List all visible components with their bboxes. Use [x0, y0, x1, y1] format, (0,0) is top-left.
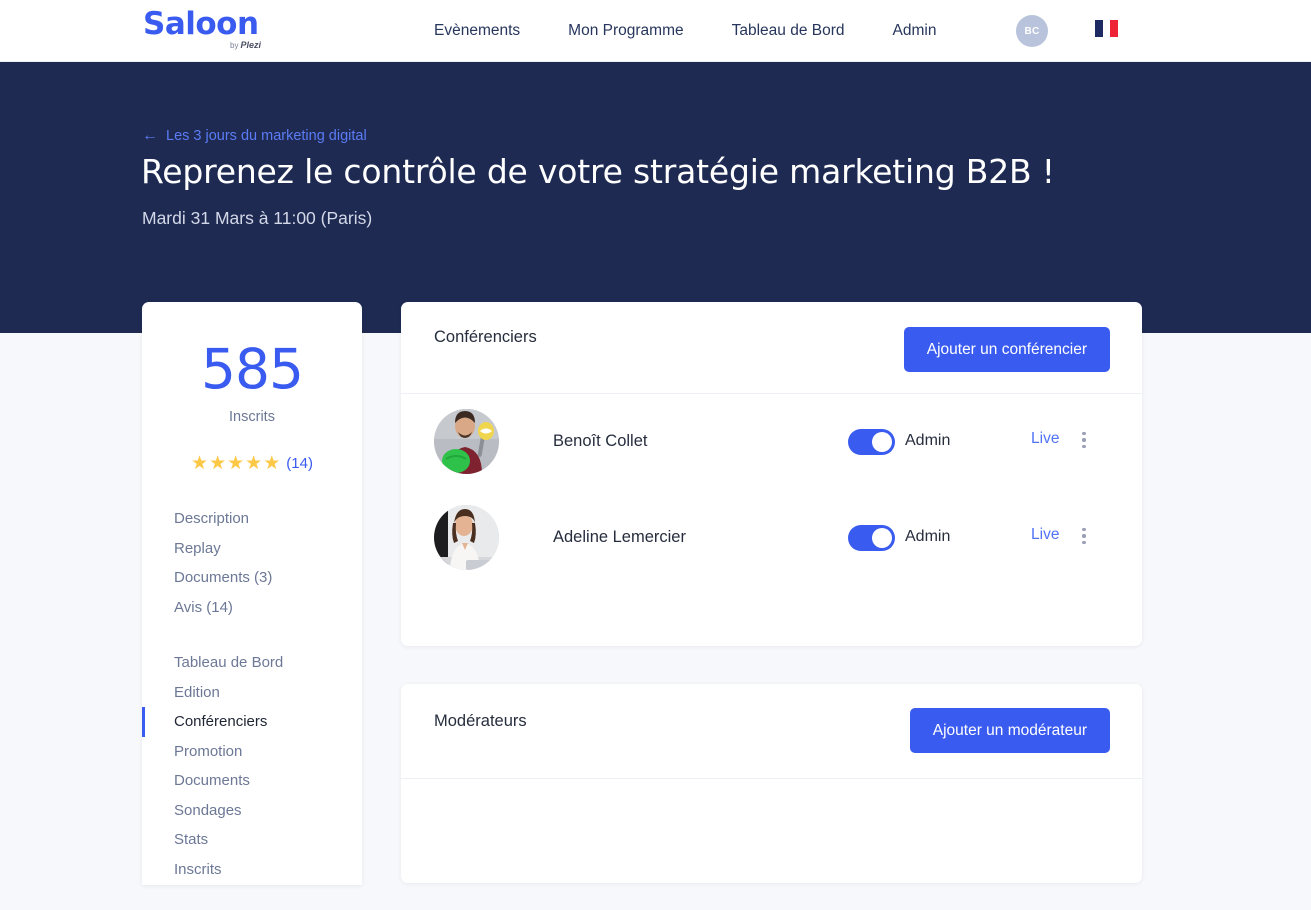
sidebar-item-label: Documents (3)	[174, 569, 273, 587]
nav-item-admin[interactable]: Admin	[869, 22, 961, 40]
speaker-avatar[interactable]	[434, 505, 499, 570]
saloon-logo[interactable]: Saloon by Plezi	[143, 9, 261, 53]
flag-band-red	[1110, 20, 1118, 37]
flag-band-blue	[1095, 20, 1103, 37]
sidebar-menu-group-public: Description Replay Documents (3) Avis (1…	[142, 504, 362, 622]
sidebar-item-label: Tableau de Bord	[174, 654, 284, 672]
event-datetime: Mardi 31 Mars à 11:00 (Paris)	[142, 208, 373, 228]
speaker-row: Adeline Lemercier Admin Live	[401, 490, 1142, 586]
speaker-live-link[interactable]: Live	[1031, 526, 1059, 544]
nav-item-tableau-de-bord[interactable]: Tableau de Bord	[708, 22, 869, 40]
add-speaker-button[interactable]: Ajouter un conférencier	[903, 327, 1110, 372]
page-title: Reprenez le contrôle de votre stratégie …	[141, 152, 1055, 191]
kebab-dot	[1082, 432, 1086, 436]
sidebar-item-label: Inscrits	[174, 860, 222, 878]
speaker-name: Benoît Collet	[553, 432, 648, 450]
arrow-left-icon: ←	[142, 127, 158, 144]
speakers-card: Conférenciers Ajouter un conférencier Be…	[401, 302, 1142, 646]
sidebar-item-label: Replay	[174, 539, 221, 557]
moderators-card-header: Modérateurs Ajouter un modérateur	[401, 684, 1142, 779]
sidebar-item-avis[interactable]: Avis (14)	[142, 593, 362, 623]
sidebar-item-stats[interactable]: Stats	[142, 825, 362, 855]
sidebar-card: 585 Inscrits ★ ★ ★ ★ ★ (14) Description …	[142, 302, 362, 885]
moderators-card: Modérateurs Ajouter un modérateur	[401, 684, 1142, 883]
breadcrumb-label: Les 3 jours du marketing digital	[166, 128, 367, 144]
speaker-admin-toggle[interactable]	[848, 429, 895, 455]
event-hero-banner: ← Les 3 jours du marketing digital Repre…	[0, 62, 1311, 333]
rating-row[interactable]: ★ ★ ★ ★ ★ (14)	[142, 454, 362, 473]
sidebar-item-promotion[interactable]: Promotion	[142, 737, 362, 767]
moderators-card-title: Modérateurs	[434, 712, 527, 730]
sidebar-item-description[interactable]: Description	[142, 504, 362, 534]
kebab-dot	[1082, 540, 1086, 544]
sidebar-item-conferenciers[interactable]: Conférenciers	[142, 707, 362, 737]
add-moderator-button[interactable]: Ajouter un modérateur	[909, 708, 1110, 753]
speaker-live-link[interactable]: Live	[1031, 430, 1059, 448]
toggle-knob	[872, 432, 892, 452]
nav-item-evenements[interactable]: Evènements	[434, 22, 544, 40]
kebab-dot	[1082, 528, 1086, 532]
speakers-card-title: Conférenciers	[434, 328, 537, 346]
speaker-photo-adeline	[434, 505, 499, 570]
speaker-avatar[interactable]	[434, 409, 499, 474]
speaker-admin-toggle[interactable]	[848, 525, 895, 551]
star-icon: ★	[191, 453, 209, 474]
toggle-knob	[872, 528, 892, 548]
sidebar-item-label: Sondages	[174, 801, 242, 819]
sidebar-item-label: Avis (14)	[174, 598, 233, 616]
logo-by-label: by	[230, 40, 239, 50]
sidebar-item-replay[interactable]: Replay	[142, 534, 362, 564]
sidebar-item-edition[interactable]: Edition	[142, 678, 362, 708]
breadcrumb-back-link[interactable]: ← Les 3 jours du marketing digital	[142, 127, 367, 145]
registrations-label: Inscrits	[229, 409, 275, 425]
kebab-menu-icon[interactable]	[1074, 429, 1094, 451]
sidebar-menu-group-admin: Tableau de Bord Edition Conférenciers Pr…	[142, 648, 362, 884]
sidebar-item-label: Conférenciers	[174, 713, 268, 731]
sidebar-item-tableau-de-bord[interactable]: Tableau de Bord	[142, 648, 362, 678]
kebab-dot	[1082, 534, 1086, 538]
sidebar-menu: Description Replay Documents (3) Avis (1…	[142, 504, 362, 910]
flag-band-white	[1102, 20, 1111, 37]
speaker-role-label: Admin	[905, 432, 951, 449]
top-navigation-bar: Saloon by Plezi Evènements Mon Programme…	[0, 0, 1311, 62]
speaker-role-label: Admin	[905, 528, 951, 545]
logo-wordmark: Saloon	[143, 6, 259, 42]
speaker-name: Adeline Lemercier	[553, 528, 686, 546]
logo-brand-name: Plezi	[240, 40, 261, 50]
sidebar-item-label: Promotion	[174, 742, 243, 760]
sidebar-item-inscrits[interactable]: Inscrits	[142, 855, 362, 885]
nav-item-mon-programme[interactable]: Mon Programme	[544, 22, 707, 40]
kebab-dot	[1082, 444, 1086, 448]
user-avatar[interactable]: BC	[1016, 15, 1048, 47]
speaker-photo-benoit	[434, 409, 499, 474]
sidebar-item-label: Description	[174, 510, 250, 528]
star-icon: ★	[209, 453, 227, 474]
rating-count: (14)	[286, 455, 313, 472]
speakers-card-header: Conférenciers Ajouter un conférencier	[401, 302, 1142, 394]
sidebar-item-sondages[interactable]: Sondages	[142, 796, 362, 826]
logo-byline: by Plezi	[230, 40, 261, 50]
kebab-menu-icon[interactable]	[1074, 525, 1094, 547]
registrations-count: 585	[201, 337, 304, 401]
sidebar-item-label: Stats	[174, 831, 209, 849]
moderators-empty-list	[401, 779, 1142, 883]
sidebar-item-label: Edition	[174, 683, 220, 701]
star-icon: ★	[227, 453, 245, 474]
kebab-dot	[1082, 438, 1086, 442]
star-icon: ★	[263, 453, 281, 474]
sidebar-item-documents-public[interactable]: Documents (3)	[142, 563, 362, 593]
star-icon: ★	[245, 453, 263, 474]
sidebar-item-documents[interactable]: Documents	[142, 766, 362, 796]
sidebar-item-label: Documents	[174, 772, 250, 790]
nav-links: Evènements Mon Programme Tableau de Bord…	[434, 0, 960, 62]
france-flag-icon[interactable]	[1095, 20, 1118, 37]
speaker-row: Benoît Collet Admin Live	[401, 394, 1142, 490]
